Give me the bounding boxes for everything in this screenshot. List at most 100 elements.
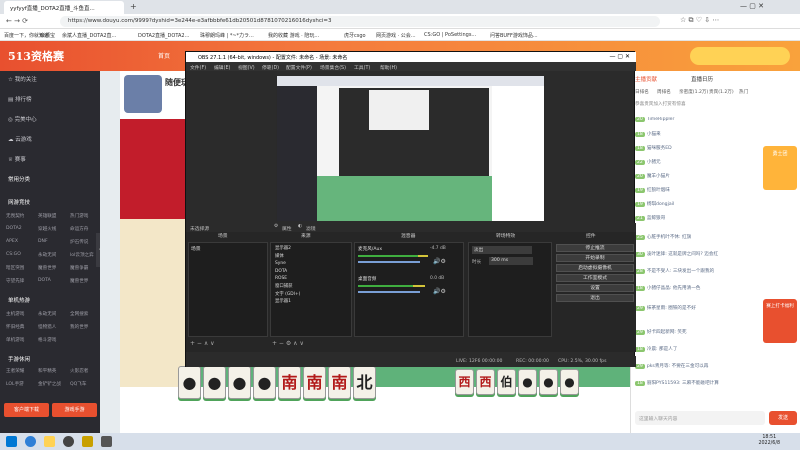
source-item[interactable]: 文字 (GDI+) [275,291,349,299]
properties-button[interactable]: 属性 [282,225,292,232]
bookmark-item[interactable]: 我的收藏 游戏 · 陪玩... [268,32,319,39]
category-link[interactable]: 魔兽争霸 [70,265,88,271]
browser-tab-active[interactable]: yyfyyf直播_DOTA2直播_斗鱼直... [4,1,124,14]
chat-subtab[interactable]: 日排名 [635,89,649,95]
category-link[interactable]: 炉石传说 [70,239,88,245]
sidebar-item-rank[interactable]: ▤ 排行榜 [8,95,31,103]
sidebar-item-center[interactable]: ◎ 完美中心 [8,115,37,123]
taskbar-clock[interactable]: 18:51 2022/6/8 [758,435,780,447]
site-logo[interactable]: 513资格赛 [8,48,64,64]
chat-subtab[interactable]: 贵宾(1.2万) [709,89,734,95]
category-link[interactable]: 王者荣耀 [6,368,24,374]
obs-menu-item[interactable]: 编辑(E) [214,64,230,71]
category-link[interactable]: 主机游戏 [6,311,24,317]
category-link[interactable]: 永劫无间 [38,311,56,317]
virtual-camera-button[interactable]: 启动虚拟摄像机 [556,264,634,272]
category-link[interactable]: 我的世界 [70,324,88,330]
transition-select[interactable]: 淡出 [472,246,532,254]
obs-icon[interactable] [63,436,74,447]
category-link[interactable]: 无畏契约 [6,213,24,219]
volume-slider[interactable] [358,261,420,263]
category-link[interactable]: DNF [38,239,48,244]
obs-menu-item[interactable]: 文件(F) [190,64,206,71]
send-button[interactable]: 发送 [769,411,797,425]
start-icon[interactable] [6,436,17,447]
obs-window-controls[interactable]: — ▢ ✕ [609,53,630,60]
category-link[interactable]: QQ飞车 [70,381,86,387]
mobile-games-button[interactable]: 游戏手游 [52,403,97,417]
start-recording-button[interactable]: 开始录制 [556,254,634,262]
chat-tab-contrib[interactable]: 主播贡献 [635,75,657,83]
category-link[interactable]: 火影忍者 [70,368,88,374]
category-link[interactable]: 单机游戏 [6,337,24,343]
category-link[interactable]: 守望先锋 [6,278,24,284]
source-item[interactable]: 显示器2 [275,245,349,253]
category-link[interactable]: 穿越火线 [38,226,56,232]
category-link[interactable]: 魔兽世界 [38,265,56,271]
terminal-icon[interactable] [101,436,112,447]
chat-input[interactable]: 这里输入聊天内容 [635,411,765,425]
chat-subtab[interactable]: 周排名 [657,89,671,95]
category-link[interactable]: 金铲铲之战 [38,381,61,387]
folder-icon[interactable] [44,436,55,447]
chat-tab-calendar[interactable]: 直播日历 [691,75,713,83]
obs-menu-item[interactable]: 视图(V) [238,64,255,71]
promo-warrior[interactable]: 勇士团 [763,146,797,190]
category-link[interactable]: 热门游戏 [70,213,88,219]
chat-subtab[interactable]: 热门 [739,89,748,95]
category-link[interactable]: 永劫无间 [38,252,56,258]
bookmark-item[interactable]: 余斌人直播_DOTA2直... [62,32,116,39]
category-link[interactable]: 暗区突围 [6,265,24,271]
category-link[interactable]: 魔兽世界 [70,278,88,284]
edge-icon[interactable] [25,436,36,447]
category-link[interactable]: lol云顶之弈 [70,252,94,258]
window-controls[interactable]: — ▢ ✕ [740,2,764,10]
category-link[interactable]: 全网搜索 [70,311,88,317]
bookmark-item[interactable]: 问答BUFF游戏饰品... [490,32,538,39]
settings-button[interactable]: 设置 [556,284,634,292]
source-list-controls[interactable]: + − ⚙ ∧ ∨ [272,340,304,347]
sidebar-item-events[interactable]: ♕ 赛事 [8,155,26,163]
source-item[interactable]: 窗口捕获 [275,283,349,291]
streamer-avatar[interactable] [124,75,162,113]
category-link[interactable]: 怪物猎人 [38,324,56,330]
bookmark-item[interactable]: 余额宝 [40,32,55,39]
category-link[interactable]: CS:GO [6,252,21,257]
obs-menu-item[interactable]: 场景集合(S) [320,64,346,71]
sidebar-item-cloud[interactable]: ☁ 云游戏 [8,135,32,143]
obs-menu-item[interactable]: 配置文件(P) [286,64,312,71]
scene-list-controls[interactable]: + − ∧ ∨ [190,340,215,347]
scene-item[interactable]: 场景 [189,243,267,254]
speaker-icon[interactable]: 🔊⚙ [433,258,446,265]
volume-slider[interactable] [358,291,420,293]
filter-icon[interactable]: ◐ [298,224,302,229]
category-link[interactable]: APEX [6,239,18,244]
source-item[interactable]: DOTA [275,268,349,276]
gear-icon[interactable]: ⚙ [274,224,278,229]
category-link[interactable]: 命运方舟 [70,226,88,232]
category-link[interactable]: 怀旧经典 [6,324,24,330]
new-tab-button[interactable]: + [130,2,137,11]
nav-home[interactable]: 首页 [158,51,170,60]
bookmark-item[interactable]: DOTA2直播_DOTA2... [138,32,189,39]
studio-mode-button[interactable]: 工作室模式 [556,274,634,282]
obs-menu-item[interactable]: 工具(T) [354,64,370,71]
source-item[interactable]: Syne [275,260,349,268]
bookmark-item[interactable]: 虎牙csgo [344,32,366,39]
bookmark-item[interactable]: 网页游戏 · 公会... [376,32,416,39]
event-banner[interactable] [690,47,790,65]
browser-toolbar-icons[interactable]: ☆ ⧉ ♡ ⇩ ⋯ [680,16,719,25]
category-link[interactable]: 格斗游戏 [38,337,56,343]
category-link[interactable]: DOTA [38,278,51,283]
obs-menu-item[interactable]: 停靠(D) [262,64,279,71]
source-item[interactable]: 媒体 [275,253,349,261]
app-icon[interactable] [82,436,93,447]
sidebar-item-follow[interactable]: ☆ 我的关注 [8,75,37,83]
category-link[interactable]: DOTA2 [6,226,22,231]
bookmark-item[interactable]: CS:GO | PoSettings... [424,32,476,38]
url-field[interactable]: https://www.douyu.com/9999?dyshid=3e244e… [60,16,660,27]
category-link[interactable]: LOL手游 [6,381,24,387]
chat-subtab[interactable]: 亲密度(1.2万) [679,89,708,95]
promo-checkin[interactable]: 赛上打卡福利 [763,299,797,343]
category-link[interactable]: 英雄联盟 [38,213,56,219]
